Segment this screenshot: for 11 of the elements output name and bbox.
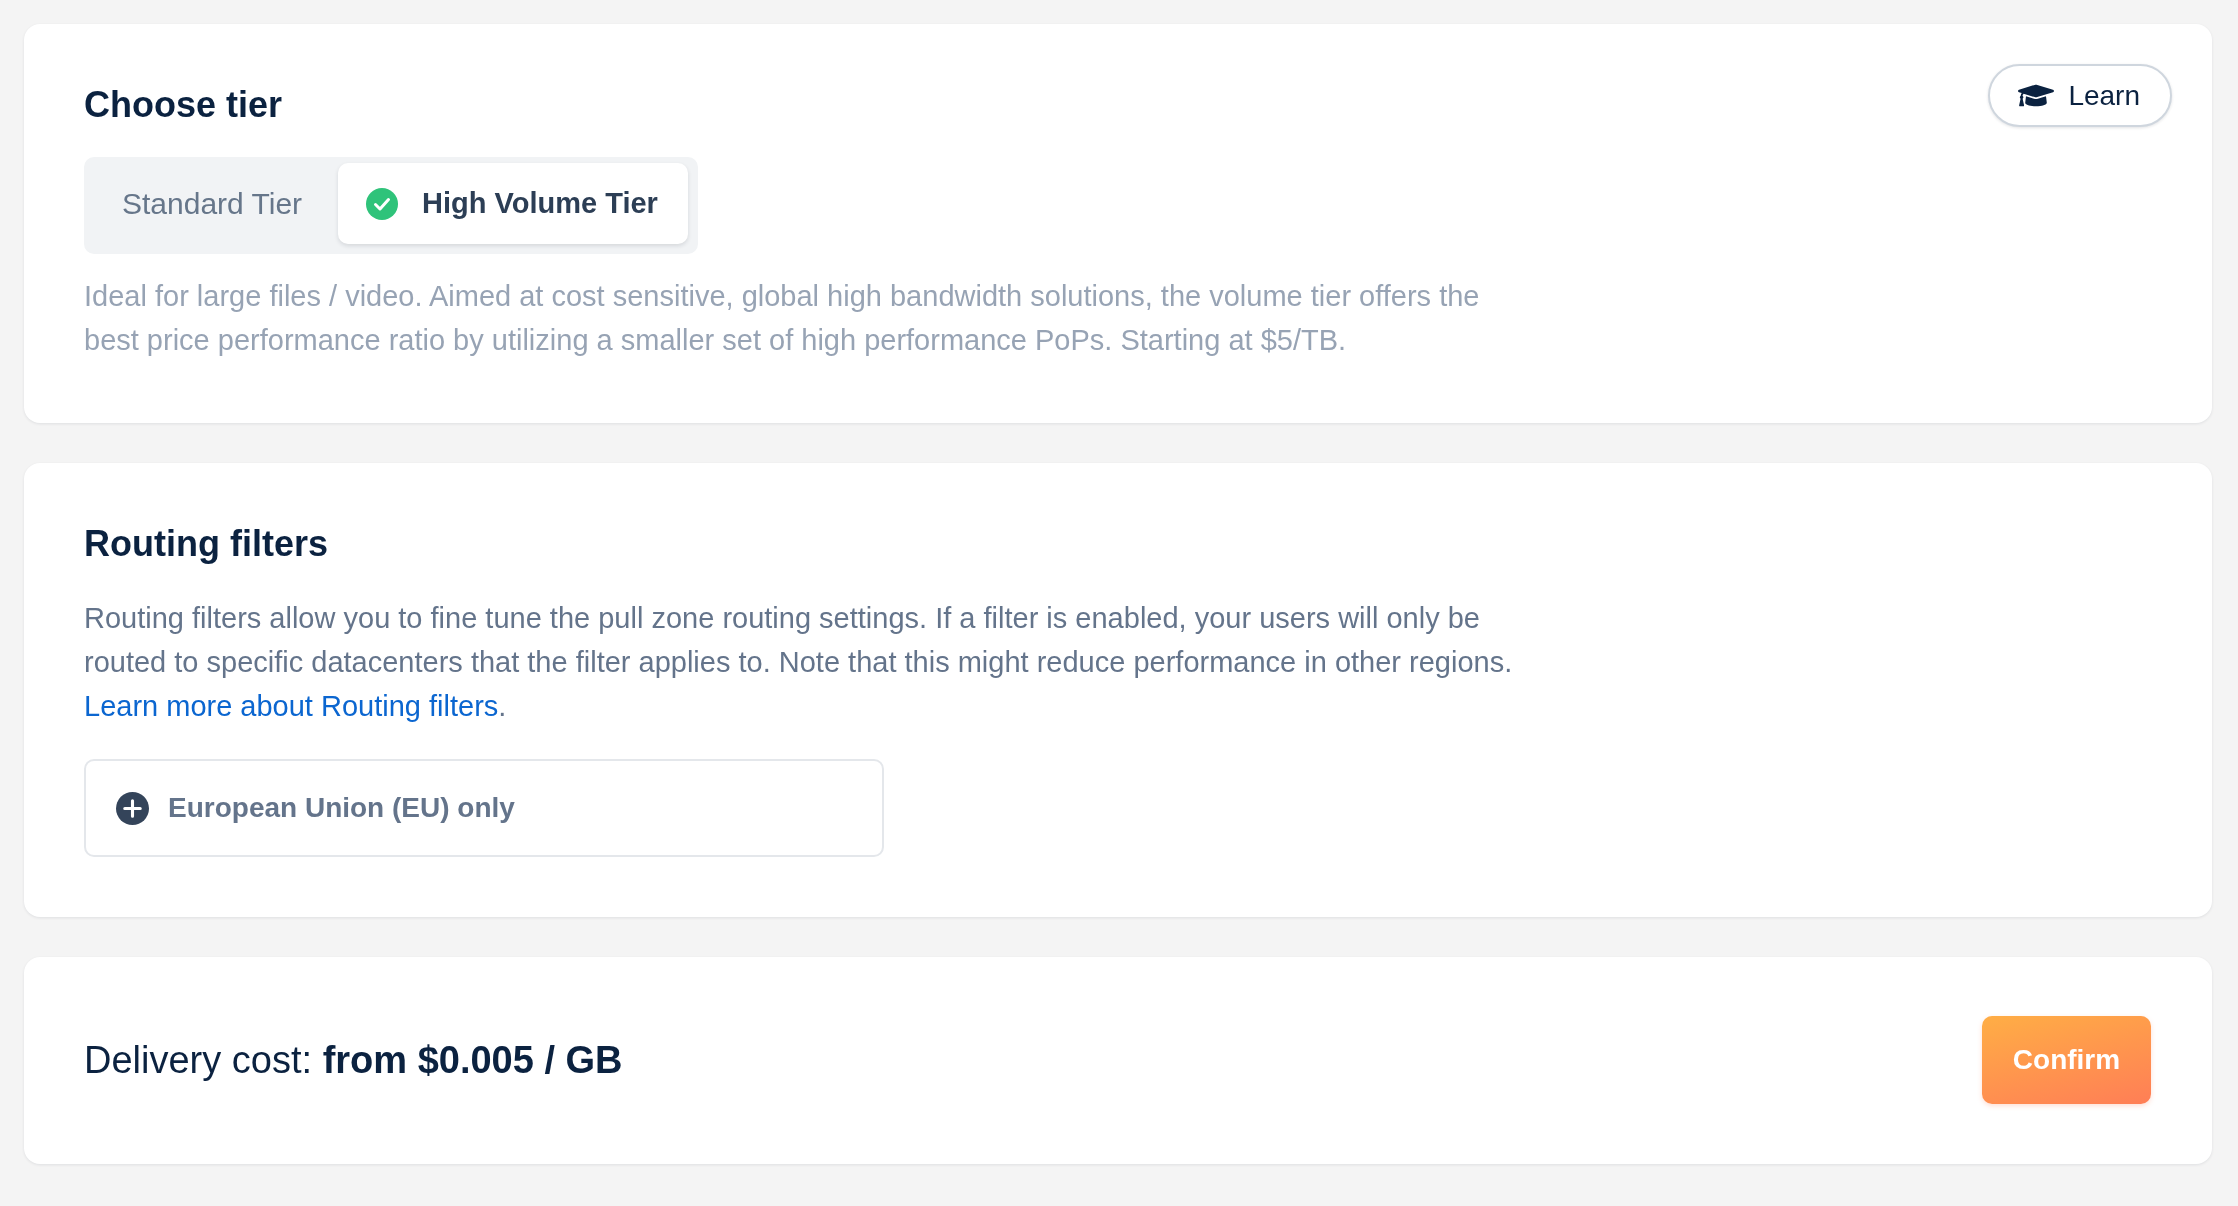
- filter-option[interactable]: European Union (EU) only: [84, 759, 884, 857]
- section-title: Choose tier: [84, 83, 283, 127]
- learn-button[interactable]: Learn: [1988, 64, 2172, 127]
- tier-tab[interactable]: Standard Tier: [90, 163, 339, 244]
- section-title: Routing filters: [84, 522, 328, 566]
- tier-description: Ideal for large files / video. Aimed at cost sensitive, global high bandwidth solutions, the volume tier offers the best price performance ratio by utilizing a smaller set of high performance PoPs. Starting at $5/TB.: [84, 279, 1481, 358]
- routing-description: Routing filters allow you to fine tune the pull zone routing settings. If a filter is enabled, your users will only be routed to specific datacenters that the filter applies to. Note that this might reduce performance in other regions. Learn more about Routing filters.: [84, 601, 1514, 724]
- tier-tab[interactable]: High Volume Tier: [338, 163, 688, 244]
- check-icon: [366, 187, 399, 220]
- delivery-cost: Delivery cost: from $0.005 / GB: [84, 1038, 623, 1082]
- learn-more-link[interactable]: Learn more about Routing filters: [84, 690, 499, 722]
